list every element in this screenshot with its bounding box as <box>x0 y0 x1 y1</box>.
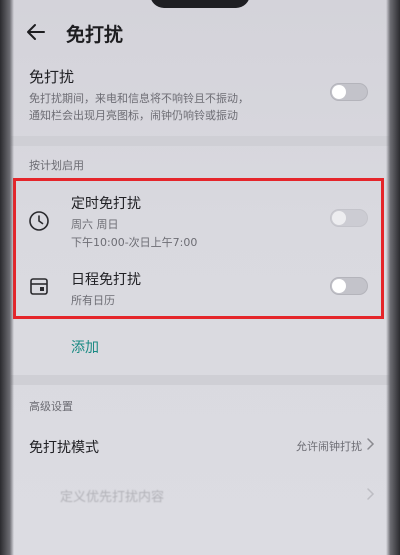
custom-priority-title: 定义优先打扰内容 <box>60 490 165 505</box>
description-line-1: 免打扰期间，来电和信息将不响铃且不振动， <box>29 92 249 105</box>
back-button[interactable] <box>22 18 50 46</box>
phone-screen: 免打扰 免打扰 免打扰期间，来电和信息将不响铃且不振动， 通知栏会出现月亮图标，… <box>0 0 400 555</box>
phone-bezel-right <box>386 0 400 555</box>
settings-page: 免打扰 免打扰 免打扰期间，来电和信息将不响铃且不振动， 通知栏会出现月亮图标，… <box>0 0 400 555</box>
app-header: 免打扰 <box>0 14 400 50</box>
timed-dnd-title: 定时免打扰 <box>71 196 141 212</box>
calendar-dnd-subtitle: 所有日历 <box>71 294 115 307</box>
advanced-section-label: 高级设置 <box>29 400 73 413</box>
clock-icon <box>29 211 49 231</box>
phone-notch <box>150 0 250 8</box>
toggle-knob <box>332 85 346 99</box>
calendar-icon <box>30 278 48 295</box>
calendar-dnd-title: 日程免打扰 <box>71 272 141 288</box>
schedule-section-label: 按计划启用 <box>29 159 84 172</box>
dnd-master-title: 免打扰 <box>29 68 75 86</box>
highlight-annotation-box <box>13 178 384 319</box>
timed-dnd-time-range: 下午10:00-次日上午7:00 <box>71 236 198 249</box>
section-divider <box>0 136 400 146</box>
timed-dnd-toggle[interactable] <box>330 209 368 227</box>
chevron-right-icon <box>367 438 375 450</box>
dnd-master-description: 免打扰期间，来电和信息将不响铃且不振动， 通知栏会出现月亮图标，闹钟仍响铃或振动 <box>29 90 309 124</box>
section-divider <box>0 375 400 385</box>
timed-dnd-days: 周六 周日 <box>71 218 119 231</box>
back-arrow-icon <box>27 24 45 40</box>
dnd-master-toggle[interactable] <box>330 83 368 101</box>
phone-bezel-left <box>0 0 14 555</box>
toggle-knob <box>332 211 346 225</box>
calendar-dnd-toggle[interactable] <box>330 277 368 295</box>
description-line-2: 通知栏会出现月亮图标，闹钟仍响铃或振动 <box>29 109 238 122</box>
toggle-knob <box>332 279 346 293</box>
dnd-mode-title: 免打扰模式 <box>29 440 99 456</box>
add-schedule-button[interactable]: 添加 <box>71 337 99 357</box>
page-title: 免打扰 <box>66 24 124 46</box>
chevron-right-icon <box>367 488 375 500</box>
dnd-mode-value: 允许闹钟打扰 <box>296 440 362 453</box>
